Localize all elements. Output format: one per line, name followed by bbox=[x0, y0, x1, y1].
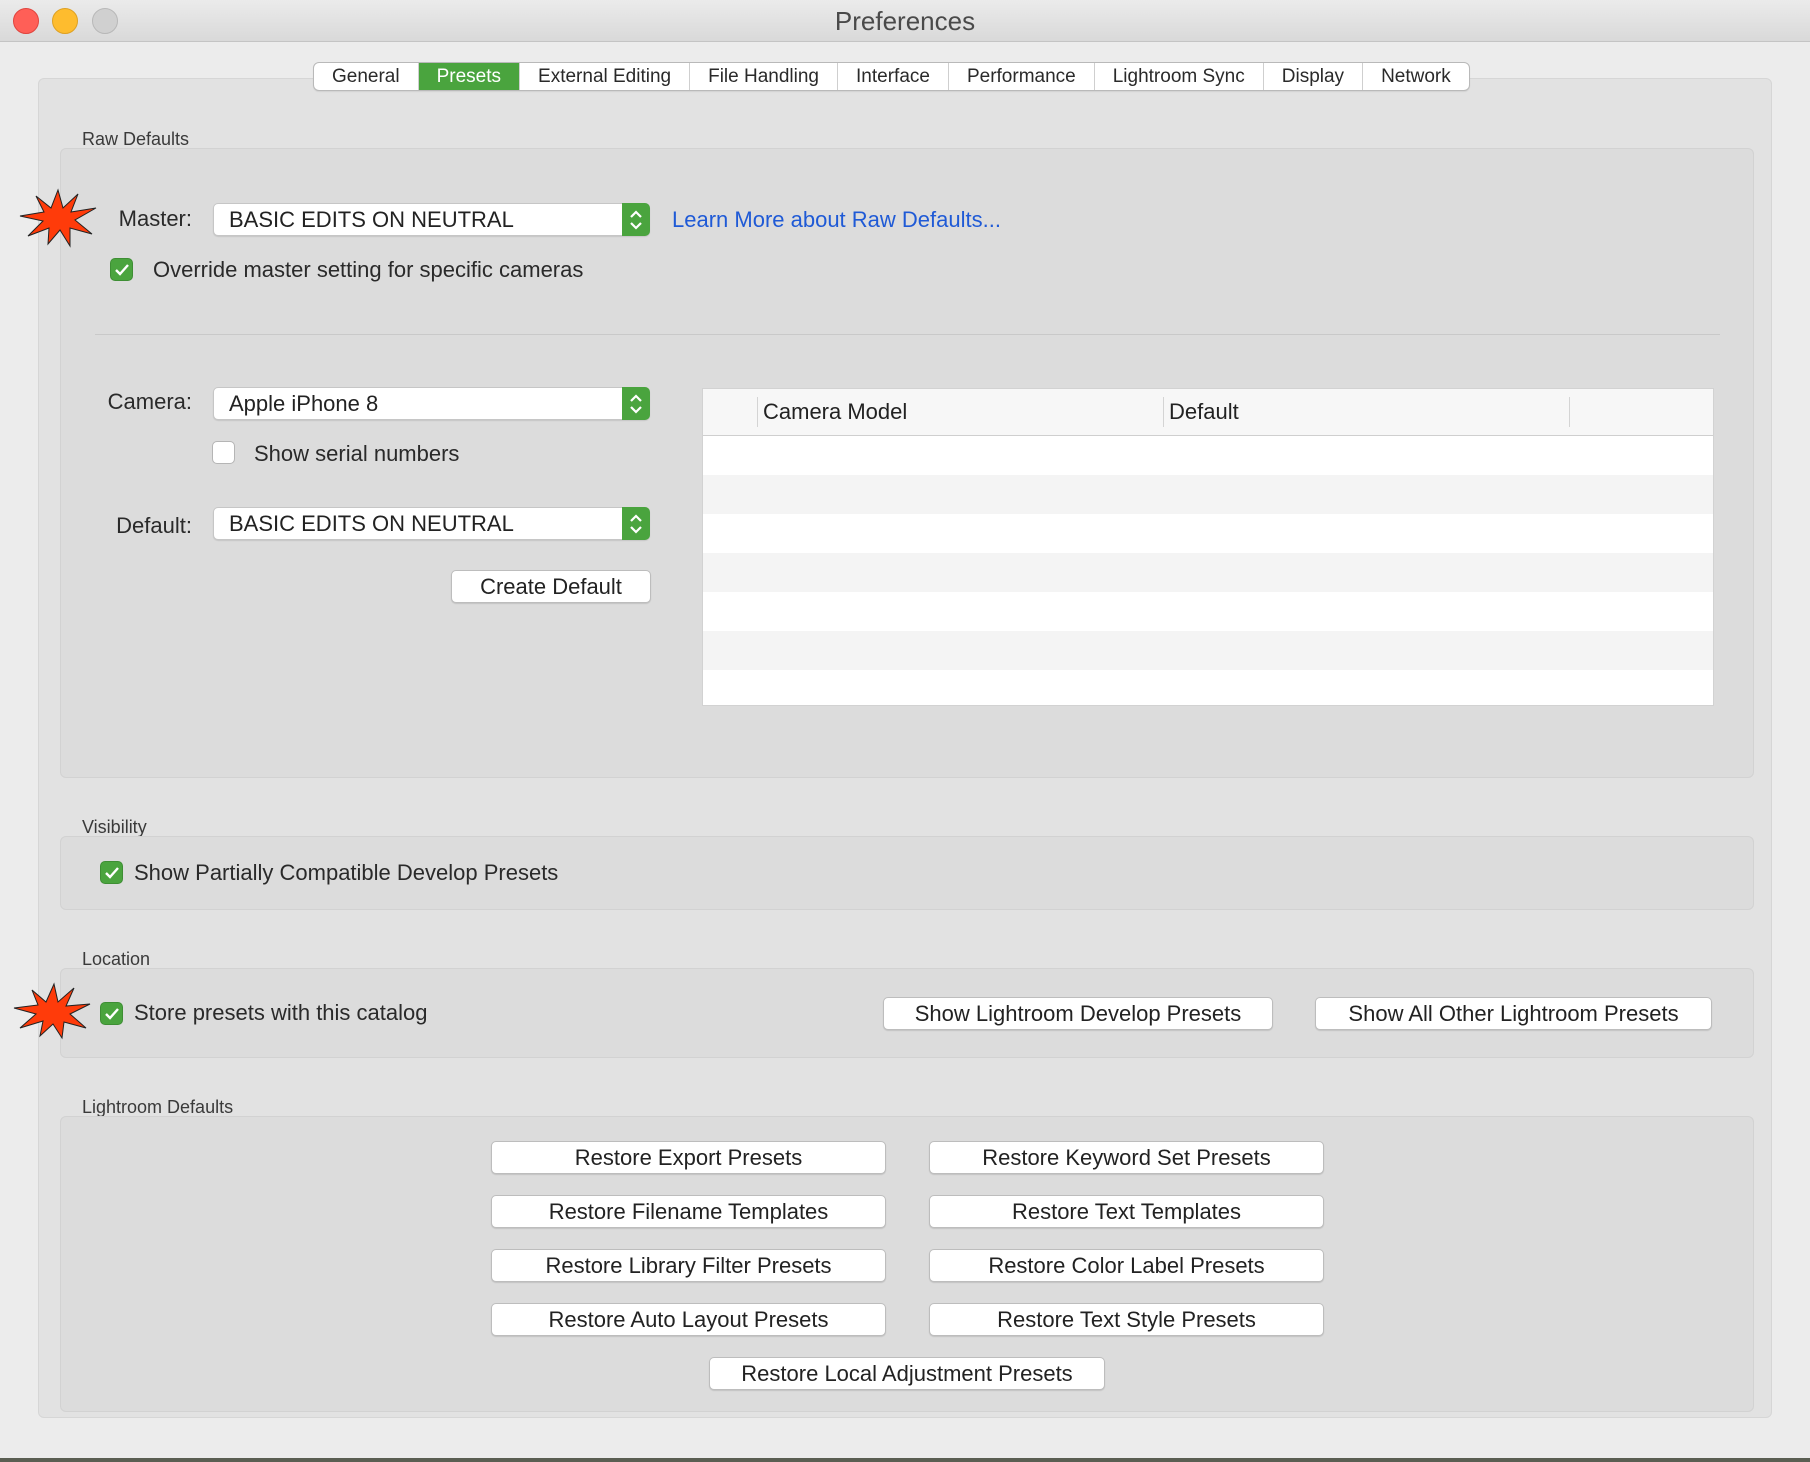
restore-filename-templates-button[interactable]: Restore Filename Templates bbox=[491, 1195, 886, 1228]
restore-auto-layout-presets-button[interactable]: Restore Auto Layout Presets bbox=[491, 1303, 886, 1336]
table-row bbox=[703, 553, 1713, 592]
default-popup-value: BASIC EDITS ON NEUTRAL bbox=[229, 511, 514, 536]
table-row bbox=[703, 670, 1713, 705]
camera-label: Camera: bbox=[107, 389, 192, 414]
starburst-icon bbox=[13, 982, 91, 1040]
updown-chevron-icon bbox=[622, 203, 650, 236]
restore-keyword-set-presets-button[interactable]: Restore Keyword Set Presets bbox=[929, 1141, 1324, 1174]
table-row bbox=[703, 514, 1713, 553]
override-master-label: Override master setting for specific cam… bbox=[153, 257, 584, 282]
master-popup-value: BASIC EDITS ON NEUTRAL bbox=[229, 207, 514, 232]
raw-defaults-divider bbox=[95, 334, 1720, 335]
camera-defaults-table: Camera Model Default bbox=[702, 388, 1714, 706]
restore-color-label-presets-button[interactable]: Restore Color Label Presets bbox=[929, 1249, 1324, 1282]
tab-lightroom-sync[interactable]: Lightroom Sync bbox=[1095, 63, 1264, 90]
visibility-section-label: Visibility bbox=[82, 817, 147, 837]
column-separator bbox=[1163, 397, 1164, 427]
tab-network[interactable]: Network bbox=[1363, 63, 1469, 90]
table-row bbox=[703, 475, 1713, 514]
table-header: Camera Model Default bbox=[703, 389, 1713, 436]
checkmark-icon bbox=[104, 866, 119, 879]
updown-chevron-icon bbox=[622, 507, 650, 540]
column-header-default[interactable]: Default bbox=[1169, 389, 1239, 435]
location-section-label: Location bbox=[82, 949, 151, 969]
tab-presets[interactable]: Presets bbox=[418, 63, 521, 90]
show-all-other-lightroom-presets-button[interactable]: Show All Other Lightroom Presets bbox=[1315, 997, 1712, 1030]
default-popup[interactable]: BASIC EDITS ON NEUTRAL bbox=[213, 507, 650, 540]
updown-chevron-icon bbox=[622, 387, 650, 420]
checkmark-icon bbox=[104, 1007, 119, 1020]
column-separator bbox=[1569, 397, 1570, 427]
restore-text-templates-button[interactable]: Restore Text Templates bbox=[929, 1195, 1324, 1228]
restore-text-style-presets-button[interactable]: Restore Text Style Presets bbox=[929, 1303, 1324, 1336]
tab-performance[interactable]: Performance bbox=[949, 63, 1095, 90]
camera-popup[interactable]: Apple iPhone 8 bbox=[213, 387, 650, 420]
checkmark-icon bbox=[114, 263, 129, 276]
show-lightroom-develop-presets-button[interactable]: Show Lightroom Develop Presets bbox=[883, 997, 1273, 1030]
preferences-window: Preferences General Presets External Edi… bbox=[0, 0, 1810, 1458]
tab-interface[interactable]: Interface bbox=[838, 63, 949, 90]
show-serial-numbers-checkbox[interactable] bbox=[212, 441, 235, 464]
window-title: Preferences bbox=[834, 6, 976, 36]
table-row bbox=[703, 592, 1713, 631]
default-label: Default: bbox=[116, 513, 192, 538]
create-default-button[interactable]: Create Default bbox=[451, 570, 651, 603]
store-presets-with-catalog-checkbox[interactable] bbox=[100, 1002, 123, 1025]
tab-general[interactable]: General bbox=[314, 63, 419, 90]
restore-export-presets-button[interactable]: Restore Export Presets bbox=[491, 1141, 886, 1174]
table-row bbox=[703, 436, 1713, 475]
tab-file-handling[interactable]: File Handling bbox=[690, 63, 839, 90]
lightroom-defaults-section-label: Lightroom Defaults bbox=[82, 1097, 234, 1117]
column-separator bbox=[757, 397, 758, 427]
restore-library-filter-presets-button[interactable]: Restore Library Filter Presets bbox=[491, 1249, 886, 1282]
preferences-tab-bar: General Presets External Editing File Ha… bbox=[313, 62, 1470, 91]
tab-external-editing[interactable]: External Editing bbox=[520, 63, 691, 90]
title-bar: Preferences bbox=[0, 0, 1810, 42]
show-serial-numbers-label: Show serial numbers bbox=[254, 441, 460, 466]
restore-local-adjustment-presets-button[interactable]: Restore Local Adjustment Presets bbox=[709, 1357, 1105, 1390]
store-presets-with-catalog-label: Store presets with this catalog bbox=[134, 1000, 428, 1025]
table-row bbox=[703, 631, 1713, 670]
override-master-checkbox[interactable] bbox=[110, 258, 133, 281]
master-popup[interactable]: BASIC EDITS ON NEUTRAL bbox=[213, 203, 650, 236]
learn-more-raw-defaults-link[interactable]: Learn More about Raw Defaults... bbox=[672, 207, 1001, 233]
raw-defaults-section-label: Raw Defaults bbox=[82, 129, 190, 149]
column-header-camera-model[interactable]: Camera Model bbox=[763, 389, 907, 435]
master-label: Master: bbox=[118, 206, 192, 231]
camera-popup-value: Apple iPhone 8 bbox=[229, 391, 379, 416]
tab-display[interactable]: Display bbox=[1264, 63, 1364, 90]
starburst-icon bbox=[19, 188, 97, 248]
show-partially-compatible-checkbox[interactable] bbox=[100, 861, 123, 884]
show-partially-compatible-label: Show Partially Compatible Develop Preset… bbox=[134, 860, 559, 885]
